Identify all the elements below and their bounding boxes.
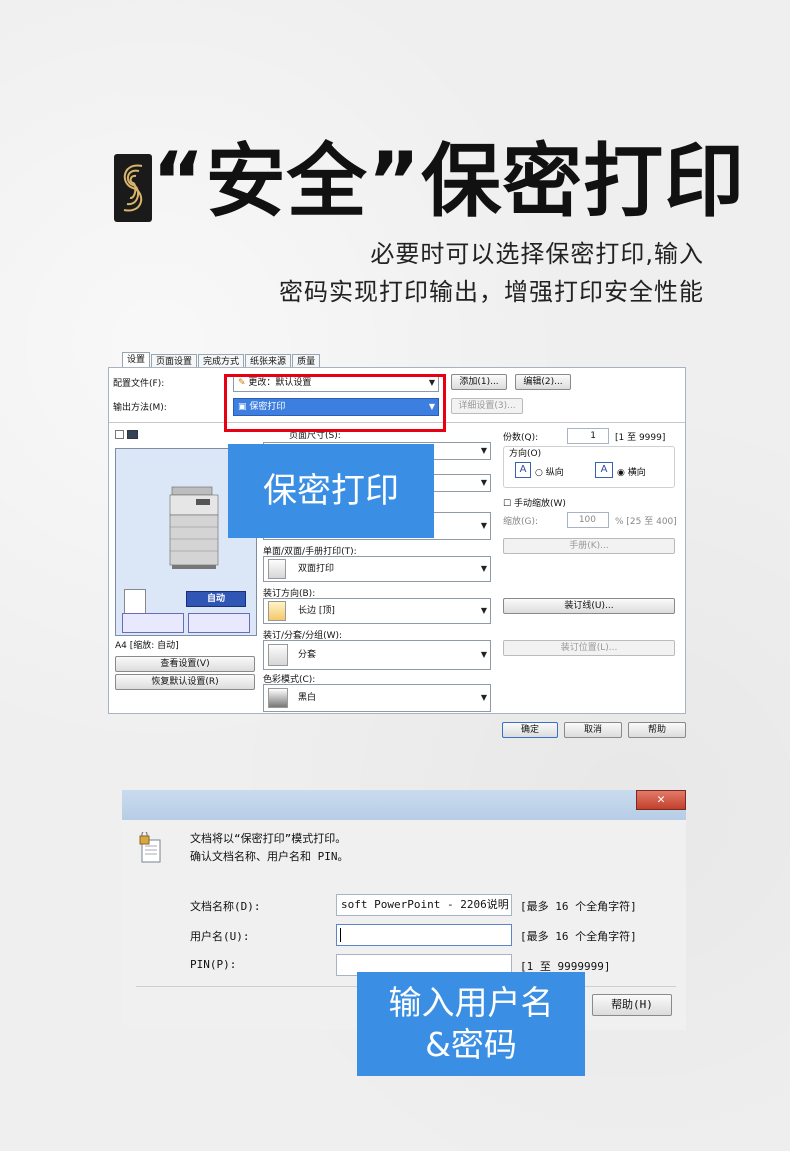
enter-credentials-callout: 输入用户名 &密码	[357, 972, 585, 1076]
binding-select[interactable]: 长边 [顶] ▼	[263, 598, 491, 624]
view-toggle-printer[interactable]	[127, 430, 138, 439]
color-mode-select[interactable]: 黑白 ▼	[263, 684, 491, 712]
chevron-down-icon: ▼	[480, 564, 487, 573]
callout-line-1: 输入用户名	[388, 983, 554, 1022]
binding-edge-icon	[268, 601, 286, 621]
chevron-down-icon: ▼	[480, 521, 487, 530]
print-settings-dialog: 设置 页面设置 完成方式 纸张来源 质量 配置文件(F): ✎ 更改：默认设置 …	[108, 350, 688, 742]
grayscale-icon	[268, 688, 288, 708]
preview-caption: A4 [缩放: 自动]	[115, 641, 179, 651]
gutter-button[interactable]: 装订线(U)...	[503, 598, 675, 614]
landscape-label: 横向	[627, 468, 646, 478]
binding-position-button[interactable]: 装订位置(L)...	[503, 640, 675, 656]
highlight-frame	[224, 374, 446, 432]
duplex-page-icon	[268, 559, 286, 579]
zoom-input[interactable]: 100	[567, 512, 609, 528]
output-method-label: 输出方法(M):	[113, 403, 167, 413]
chevron-down-icon: ▼	[480, 606, 487, 615]
chevron-down-icon: ▼	[480, 446, 487, 455]
cancel-button[interactable]: 取消	[564, 722, 622, 738]
chevron-down-icon: ▼	[480, 693, 487, 702]
tab-page-setup[interactable]: 页面设置	[151, 354, 198, 368]
paper-stack-icon	[124, 589, 146, 615]
view-settings-button[interactable]: 查看设置(V)	[115, 656, 255, 672]
logo-badge	[114, 154, 152, 222]
doc-name-label: 文档名称(D):	[190, 900, 261, 913]
portrait-radio[interactable]: ○ 纵向	[535, 465, 564, 478]
help-button[interactable]: 帮助(H)	[592, 994, 672, 1016]
lock-document-icon	[138, 831, 164, 864]
copies-input[interactable]: 1	[567, 428, 609, 444]
edit-button[interactable]: 编辑(2)...	[515, 374, 571, 390]
tab-strip: 设置 页面设置 完成方式 纸张来源 质量	[122, 352, 321, 368]
zoom-label: 缩放(G):	[503, 517, 539, 527]
duplex-value: 双面打印	[298, 564, 335, 574]
landscape-radio[interactable]: ◉ 横向	[617, 465, 646, 478]
manual-zoom-label: 手动缩放(W)	[513, 499, 566, 509]
copies-range: [1 至 9999]	[615, 433, 666, 443]
zoom-range: % [25 至 400]	[615, 517, 677, 527]
close-icon: ✕	[657, 792, 665, 807]
tab-paper-source[interactable]: 纸张来源	[245, 354, 292, 368]
ok-button[interactable]: 确定	[502, 722, 558, 738]
subtitle-line-2: 密码实现打印输出，增强打印安全性能	[279, 278, 704, 306]
orientation-label: 方向(O)	[509, 449, 542, 459]
staple-value: 分套	[298, 650, 317, 660]
text-cursor	[340, 928, 341, 942]
auto-button[interactable]: 自动	[186, 591, 246, 607]
dialog-titlebar: ✕	[122, 790, 686, 820]
message-line-1: 文档将以“保密打印”模式打印。	[190, 832, 347, 845]
chevron-down-icon: ▼	[480, 650, 487, 659]
chevron-down-icon: ▼	[480, 478, 487, 487]
add-button[interactable]: 添加(1)...	[451, 374, 507, 390]
detail-settings-button[interactable]: 详细设置(3)...	[451, 398, 523, 414]
booklet-button[interactable]: 手册(K)...	[503, 538, 675, 554]
secure-print-callout: 保密打印	[228, 444, 434, 538]
tab-settings[interactable]: 设置	[122, 352, 151, 368]
username-label: 用户名(U):	[190, 930, 250, 943]
callout-line-2: &密码	[425, 1025, 517, 1064]
duplex-select[interactable]: 双面打印 ▼	[263, 556, 491, 582]
tab-finishing[interactable]: 完成方式	[198, 354, 245, 368]
binding-value: 长边 [顶]	[298, 606, 335, 616]
copies-label: 份数(Q):	[503, 433, 539, 443]
profile-label: 配置文件(F):	[113, 379, 165, 389]
message-line-2: 确认文档名称、用户名和 PIN。	[190, 850, 349, 863]
close-button[interactable]: ✕	[636, 790, 686, 810]
tab-quality[interactable]: 质量	[292, 354, 321, 368]
color-mode-value: 黑白	[298, 693, 317, 703]
landscape-icon: A	[595, 462, 613, 478]
portrait-icon: A	[515, 462, 531, 478]
page-title: “安全”保密打印	[152, 135, 746, 228]
portrait-label: 纵向	[545, 468, 564, 478]
subtitle-line-1: 必要时可以选择保密打印,输入	[370, 240, 704, 268]
layout-icons-left[interactable]	[122, 613, 184, 633]
help-button[interactable]: 帮助	[628, 722, 686, 738]
collate-icon	[268, 644, 288, 666]
doc-name-input[interactable]: soft PowerPoint - 2206说明	[336, 894, 512, 916]
spiral-s-icon	[123, 164, 143, 212]
view-toggle-page[interactable]	[115, 430, 124, 439]
username-input[interactable]	[336, 924, 512, 946]
restore-defaults-button[interactable]: 恢复默认设置(R)	[115, 674, 255, 690]
manual-zoom-checkbox[interactable]: ☐ 手动缩放(W)	[503, 496, 566, 509]
layout-icons-right[interactable]	[188, 613, 250, 633]
username-hint: [最多 16 个全角字符]	[520, 930, 637, 943]
staple-select[interactable]: 分套 ▼	[263, 640, 491, 670]
copier-icon	[169, 486, 219, 569]
doc-name-hint: [最多 16 个全角字符]	[520, 900, 637, 913]
pin-label: PIN(P):	[190, 958, 237, 971]
